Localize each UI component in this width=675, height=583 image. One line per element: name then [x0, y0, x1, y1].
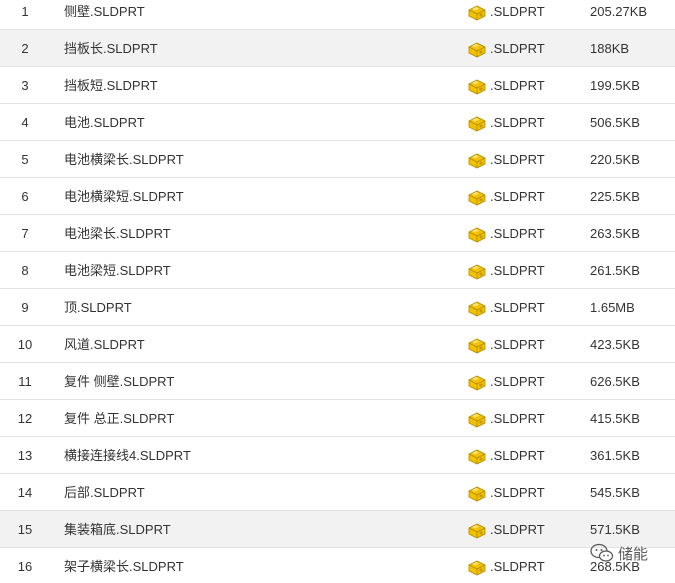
file-name[interactable]: 架子横梁长.SLDPRT	[64, 548, 184, 583]
file-name[interactable]: 顶.SLDPRT	[64, 289, 132, 326]
row-number: 4	[21, 115, 29, 130]
file-extension: .SLDPRT	[490, 4, 545, 19]
file-row[interactable]: 12 复件 总正.SLDPRT .SLDPRT 415.5KB	[0, 400, 675, 437]
file-extension: .SLDPRT	[490, 485, 545, 500]
watermark: 储能	[590, 541, 648, 565]
file-size: 205.27KB	[590, 4, 648, 19]
row-number: 13	[17, 448, 33, 463]
file-extension: .SLDPRT	[490, 226, 545, 241]
file-extension: .SLDPRT	[490, 448, 545, 463]
file-row[interactable]: 3 挡板短.SLDPRT .SLDPRT 199.5KB	[0, 67, 675, 104]
sldprt-file-icon	[467, 374, 487, 392]
file-row[interactable]: 15 集装箱底.SLDPRT .SLDPRT 571.5KB	[0, 511, 675, 548]
file-size: 423.5KB	[590, 337, 640, 352]
file-size: 506.5KB	[590, 115, 640, 130]
file-extension: .SLDPRT	[490, 41, 545, 56]
row-number: 14	[17, 485, 33, 500]
row-number: 15	[17, 522, 33, 537]
file-row[interactable]: 7 电池梁长.SLDPRT .SLDPRT 263.5KB	[0, 215, 675, 252]
file-size: 199.5KB	[590, 78, 640, 93]
file-name[interactable]: 电池横梁长.SLDPRT	[64, 141, 184, 178]
file-name[interactable]: 电池梁长.SLDPRT	[64, 215, 171, 252]
file-list-table: 1 侧壁.SLDPRT .SLDPRT 205.27KB 2 挡板长.SLDPRT .SLD…	[0, 0, 675, 583]
file-name[interactable]: 电池.SLDPRT	[64, 104, 145, 141]
file-extension: .SLDPRT	[490, 374, 545, 389]
sldprt-file-icon	[467, 300, 487, 318]
sldprt-file-icon	[467, 411, 487, 429]
file-name[interactable]: 横接连接线4.SLDPRT	[64, 437, 191, 474]
file-row[interactable]: 5 电池横梁长.SLDPRT .SLDPRT 220.5KB	[0, 141, 675, 178]
file-size: 1.65MB	[590, 300, 635, 315]
file-row[interactable]: 4 电池.SLDPRT .SLDPRT 506.5KB	[0, 104, 675, 141]
row-number: 11	[18, 374, 32, 389]
file-row[interactable]: 11 复件 侧壁.SLDPRT .SLDPRT 626.5KB	[0, 363, 675, 400]
row-number: 16	[17, 559, 33, 574]
file-size: 626.5KB	[590, 374, 640, 389]
file-row[interactable]: 14 后部.SLDPRT .SLDPRT 545.5KB	[0, 474, 675, 511]
file-name[interactable]: 电池梁短.SLDPRT	[64, 252, 171, 289]
file-name[interactable]: 复件 总正.SLDPRT	[64, 400, 174, 437]
sldprt-file-icon	[467, 115, 487, 133]
file-row[interactable]: 6 电池横梁短.SLDPRT .SLDPRT 225.5KB	[0, 178, 675, 215]
sldprt-file-icon	[467, 78, 487, 96]
sldprt-file-icon	[467, 522, 487, 540]
file-extension: .SLDPRT	[490, 300, 545, 315]
sldprt-file-icon	[467, 4, 487, 22]
row-number: 9	[21, 300, 29, 315]
file-size: 188KB	[590, 41, 630, 56]
sldprt-file-icon	[467, 559, 487, 577]
sldprt-file-icon	[467, 448, 487, 466]
watermark-text: 储能	[618, 545, 649, 563]
file-name[interactable]: 电池横梁短.SLDPRT	[64, 178, 184, 215]
file-extension: .SLDPRT	[490, 337, 545, 352]
file-extension: .SLDPRT	[490, 189, 545, 204]
row-number: 3	[21, 78, 29, 93]
file-extension: .SLDPRT	[490, 115, 545, 130]
row-number: 1	[21, 4, 29, 19]
file-row[interactable]: 13 横接连接线4.SLDPRT .SLDPRT 361.5KB	[0, 437, 675, 474]
sldprt-file-icon	[467, 485, 487, 503]
sldprt-file-icon	[467, 41, 487, 59]
file-extension: .SLDPRT	[490, 152, 545, 167]
file-extension: .SLDPRT	[490, 522, 545, 537]
file-size: 361.5KB	[590, 448, 640, 463]
file-name[interactable]: 风道.SLDPRT	[64, 326, 145, 363]
sldprt-file-icon	[467, 226, 487, 244]
file-size: 545.5KB	[590, 485, 640, 500]
file-row[interactable]: 9 顶.SLDPRT .SLDPRT 1.65MB	[0, 289, 675, 326]
file-size: 263.5KB	[590, 226, 640, 241]
file-row[interactable]: 2 挡板长.SLDPRT .SLDPRT 188KB	[0, 30, 675, 67]
row-number: 10	[17, 337, 33, 352]
file-extension: .SLDPRT	[490, 411, 545, 426]
file-row[interactable]: 8 电池梁短.SLDPRT .SLDPRT 261.5KB	[0, 252, 675, 289]
sldprt-file-icon	[467, 152, 487, 170]
file-size: 225.5KB	[590, 189, 640, 204]
file-row[interactable]: 1 侧壁.SLDPRT .SLDPRT 205.27KB	[0, 0, 675, 30]
row-number: 7	[21, 226, 29, 241]
sldprt-file-icon	[467, 263, 487, 281]
file-name[interactable]: 后部.SLDPRT	[64, 474, 145, 511]
file-size: 220.5KB	[590, 152, 640, 167]
file-size: 261.5KB	[590, 263, 640, 278]
row-number: 2	[21, 41, 29, 56]
file-row[interactable]: 16 架子横梁长.SLDPRT .SLDPRT 268.5KB	[0, 548, 675, 583]
file-extension: .SLDPRT	[490, 559, 545, 574]
file-name[interactable]: 侧壁.SLDPRT	[64, 0, 145, 30]
row-number: 12	[17, 411, 33, 426]
file-extension: .SLDPRT	[490, 78, 545, 93]
file-name[interactable]: 挡板短.SLDPRT	[64, 67, 158, 104]
sldprt-file-icon	[467, 189, 487, 207]
row-number: 6	[21, 189, 29, 204]
file-name[interactable]: 挡板长.SLDPRT	[64, 30, 158, 67]
sldprt-file-icon	[467, 337, 487, 355]
file-size: 415.5KB	[590, 411, 640, 426]
file-row[interactable]: 10 风道.SLDPRT .SLDPRT 423.5KB	[0, 326, 675, 363]
file-name[interactable]: 集装箱底.SLDPRT	[64, 511, 171, 548]
row-number: 8	[21, 263, 29, 278]
row-number: 5	[21, 152, 29, 167]
file-name[interactable]: 复件 侧壁.SLDPRT	[64, 363, 174, 400]
wechat-icon	[590, 543, 614, 563]
file-extension: .SLDPRT	[490, 263, 545, 278]
